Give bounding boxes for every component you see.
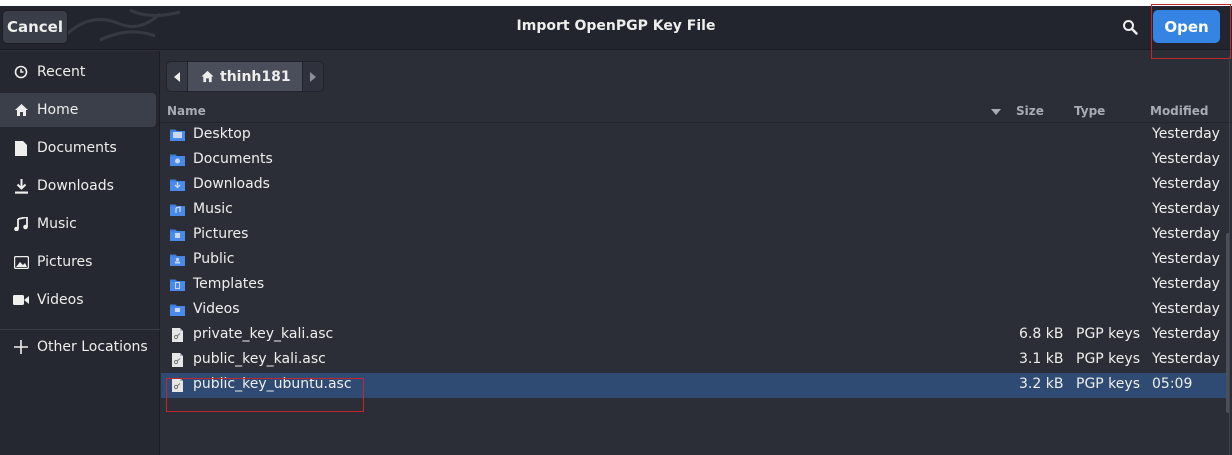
header-bar: Cancel Import OpenPGP Key File Open <box>0 6 1232 50</box>
clock-icon <box>12 63 30 81</box>
folder-icon <box>170 129 185 141</box>
file-size: 3.1 kB <box>1019 351 1064 367</box>
file-name: Music <box>193 201 233 217</box>
file-type: PGP keys <box>1076 351 1140 367</box>
file-name: Desktop <box>193 126 251 142</box>
sidebar-item-label: Other Locations <box>37 339 148 355</box>
key-file-icon <box>172 328 183 342</box>
folder-icon <box>170 154 185 166</box>
file-row[interactable]: public_key_kali.asc 3.1 kB PGP keys Yesterd… <box>161 348 1227 373</box>
sidebar-item-label: Downloads <box>37 178 114 194</box>
dragon-logo-decoration <box>63 8 181 42</box>
sidebar-item-music[interactable]: Music <box>0 207 156 241</box>
file-modified: Yesterday <box>1152 176 1220 192</box>
file-row[interactable]: Videos Yesterday <box>161 298 1227 323</box>
folder-icon <box>170 179 185 191</box>
sidebar-item-other-locations[interactable]: Other Locations <box>0 330 156 364</box>
places-sidebar: Recent Home Documents Downloads Music Pi… <box>0 51 160 455</box>
file-type: PGP keys <box>1076 326 1140 342</box>
file-name: Documents <box>193 151 273 167</box>
file-modified: Yesterday <box>1152 151 1220 167</box>
file-modified: Yesterday <box>1152 301 1220 317</box>
file-row[interactable]: Public Yesterday <box>161 248 1227 273</box>
file-row[interactable]: private_key_kali.asc 6.8 kB PGP keys Yester… <box>161 323 1227 348</box>
file-modified: Yesterday <box>1152 326 1220 342</box>
file-row[interactable]: Music Yesterday <box>161 198 1227 223</box>
folder-icon <box>170 254 185 266</box>
folder-icon <box>170 229 185 241</box>
cancel-button[interactable]: Cancel <box>2 10 68 44</box>
path-back-button[interactable] <box>166 61 188 92</box>
sidebar-item-label: Music <box>37 216 77 232</box>
chevron-right-icon <box>310 71 316 82</box>
key-file-icon <box>172 353 183 367</box>
home-icon <box>12 101 30 119</box>
file-name: Videos <box>193 301 240 317</box>
folder-icon <box>170 204 185 216</box>
key-file-icon <box>172 378 183 392</box>
sidebar-item-label: Recent <box>37 64 86 80</box>
dialog-edge <box>1229 56 1230 455</box>
file-list-header: Name Size Type Modified <box>161 99 1232 123</box>
open-button[interactable]: Open <box>1153 10 1220 43</box>
column-header-type[interactable]: Type <box>1074 104 1105 118</box>
file-row[interactable]: Pictures Yesterday <box>161 223 1227 248</box>
file-modified: Yesterday <box>1152 201 1220 217</box>
home-icon <box>200 70 215 83</box>
file-row[interactable]: Downloads Yesterday <box>161 173 1227 198</box>
file-modified: Yesterday <box>1152 251 1220 267</box>
folder-icon <box>170 279 185 291</box>
picture-icon <box>12 253 30 271</box>
file-name: Templates <box>193 276 265 292</box>
file-name: private_key_kali.asc <box>193 326 334 342</box>
document-icon <box>12 139 30 157</box>
file-size: 3.2 kB <box>1019 376 1064 392</box>
path-bar: thinh181 <box>166 61 324 92</box>
file-row[interactable]: Desktop Yesterday <box>161 123 1227 148</box>
column-header-name[interactable]: Name <box>167 104 206 118</box>
file-row[interactable]: Documents Yesterday <box>161 148 1227 173</box>
plus-icon <box>12 338 30 356</box>
folder-icon <box>170 304 185 316</box>
search-button[interactable] <box>1114 12 1146 42</box>
sidebar-item-pictures[interactable]: Pictures <box>0 245 156 279</box>
video-icon <box>12 291 30 309</box>
sidebar-item-label: Pictures <box>37 254 93 270</box>
sidebar-item-home[interactable]: Home <box>0 93 156 127</box>
path-segment-home[interactable]: thinh181 <box>188 61 302 92</box>
sidebar-item-label: Documents <box>37 140 117 156</box>
file-name: public_key_kali.asc <box>193 351 326 367</box>
chevron-left-icon <box>174 71 180 82</box>
file-modified: Yesterday <box>1152 351 1220 367</box>
column-header-size[interactable]: Size <box>1016 104 1044 118</box>
file-name: public_key_ubuntu.asc <box>193 376 352 392</box>
sidebar-item-label: Videos <box>37 292 84 308</box>
music-icon <box>12 215 30 233</box>
file-chooser-dialog: Cancel Import OpenPGP Key File Open Rece… <box>0 4 1232 455</box>
search-icon <box>1123 20 1138 35</box>
file-modified: Yesterday <box>1152 126 1220 142</box>
file-type: PGP keys <box>1076 376 1140 392</box>
file-modified: Yesterday <box>1152 226 1220 242</box>
file-modified: Yesterday <box>1152 276 1220 292</box>
sidebar-item-videos[interactable]: Videos <box>0 283 156 317</box>
download-icon <box>12 177 30 195</box>
path-forward-button[interactable] <box>302 61 324 92</box>
sidebar-item-recent[interactable]: Recent <box>0 55 156 89</box>
sidebar-item-downloads[interactable]: Downloads <box>0 169 156 203</box>
file-row[interactable]: public_key_ubuntu.asc 3.2 kB PGP keys 05:09 <box>161 373 1227 398</box>
file-modified: 05:09 <box>1152 376 1193 392</box>
file-name: Pictures <box>193 226 249 242</box>
sort-descending-icon <box>991 109 1001 115</box>
file-name: Public <box>193 251 235 267</box>
file-list: Desktop Yesterday Documents Yesterday Downlo… <box>161 123 1227 398</box>
sidebar-item-documents[interactable]: Documents <box>0 131 156 165</box>
sidebar-item-label: Home <box>37 102 79 118</box>
file-name: Downloads <box>193 176 270 192</box>
file-row[interactable]: Templates Yesterday <box>161 273 1227 298</box>
path-segment-label: thinh181 <box>220 68 291 85</box>
column-header-modified[interactable]: Modified <box>1150 104 1209 118</box>
file-size: 6.8 kB <box>1019 326 1064 342</box>
